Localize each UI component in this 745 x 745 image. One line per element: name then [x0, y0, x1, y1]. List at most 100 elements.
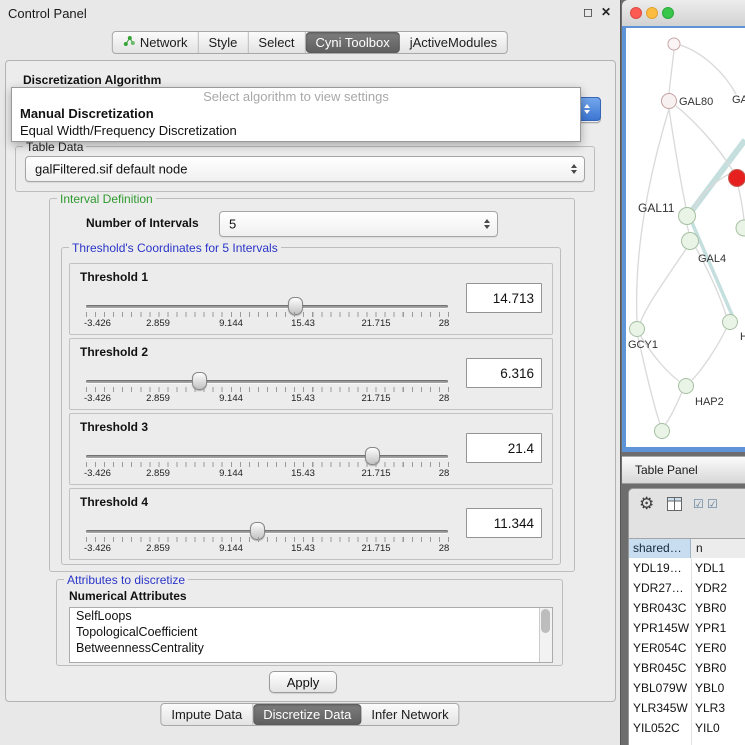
- node-label: GAL4: [698, 253, 726, 265]
- table-columns-icon[interactable]: [667, 497, 682, 516]
- tick-label: 2.859: [146, 543, 170, 554]
- scrollbar-thumb[interactable]: [541, 609, 550, 633]
- threshold-2-value-field[interactable]: [466, 358, 542, 388]
- table-body: YDL19…YDL1 YDR27…YDR2 YBR043CYBR0 YPR145…: [629, 558, 745, 745]
- tick-label: 15.43: [291, 393, 315, 404]
- threshold-3-value-field[interactable]: [466, 433, 542, 463]
- network-node[interactable]: [668, 38, 680, 50]
- tab-label: Infer Network: [371, 707, 448, 722]
- table-row[interactable]: YDR27…YDR2: [629, 578, 745, 598]
- tick-label: 21.715: [361, 318, 390, 329]
- threshold-4-panel: Threshold 4 -3.426 2.859 9.144 15.43 21.…: [69, 488, 553, 560]
- table-header: shared… n: [629, 538, 745, 559]
- threshold-1-label: Threshold 1: [80, 270, 148, 284]
- tick-label: -3.426: [84, 318, 111, 329]
- number-of-intervals-combo[interactable]: 5: [219, 211, 498, 237]
- tab-label: jActiveModules: [410, 35, 497, 50]
- bottom-tabs: Impute Data Discretize Data Infer Networ…: [160, 703, 459, 726]
- column-header-shared-name[interactable]: shared…: [629, 539, 691, 558]
- threshold-3-slider-track[interactable]: [86, 455, 448, 458]
- threshold-4-value-field[interactable]: [466, 508, 542, 538]
- network-node[interactable]: [655, 424, 670, 439]
- network-node[interactable]: [662, 94, 677, 109]
- close-icon[interactable]: ✕: [601, 5, 611, 19]
- tick-label: 15.43: [291, 318, 315, 329]
- network-icon: [123, 35, 136, 50]
- node-label: GCY1: [628, 339, 658, 351]
- tick-label: -3.426: [84, 393, 111, 404]
- column-header-name[interactable]: n: [692, 539, 745, 558]
- zoom-traffic-light[interactable]: [662, 7, 674, 19]
- tab-select[interactable]: Select: [248, 32, 305, 53]
- network-node[interactable]: [682, 233, 699, 250]
- gear-icon[interactable]: ⚙: [639, 494, 654, 514]
- threshold-4-slider-track[interactable]: [86, 530, 448, 533]
- float-window-icon[interactable]: ◻: [583, 5, 593, 19]
- tab-label: Style: [209, 35, 238, 50]
- table-row[interactable]: YBL079WYBL0: [629, 678, 745, 698]
- network-node[interactable]: [630, 322, 645, 337]
- interval-definition-group-title: Interval Definition: [57, 192, 156, 206]
- tab-cyni-toolbox[interactable]: Cyni Toolbox: [306, 32, 400, 53]
- network-view-frame: GAL80 GA GAL11 GAL4 GCY1 H HAP2: [622, 26, 745, 452]
- minimize-traffic-light[interactable]: [646, 7, 658, 19]
- threshold-3-panel: Threshold 3 -3.426 2.859 9.144 15.43 21.…: [69, 413, 553, 485]
- network-graph: GAL80 GA GAL11 GAL4 GCY1 H HAP2: [626, 28, 745, 447]
- network-canvas[interactable]: GAL80 GA GAL11 GAL4 GCY1 H HAP2: [626, 28, 745, 447]
- threshold-4-label: Threshold 4: [80, 495, 148, 509]
- apply-button[interactable]: Apply: [269, 671, 337, 693]
- tab-label: Impute Data: [171, 707, 242, 722]
- table-row[interactable]: YLR345WYLR3: [629, 698, 745, 718]
- table-panel-title: Table Panel: [635, 463, 698, 477]
- list-scrollbar[interactable]: [539, 608, 552, 662]
- threshold-1-value-field[interactable]: [466, 283, 542, 313]
- network-node[interactable]: [679, 208, 696, 225]
- column-divider: [691, 558, 692, 745]
- table-row[interactable]: YIL052CYIL0: [629, 718, 745, 738]
- popup-item-manual-discretization[interactable]: Manual Discretization: [12, 105, 580, 122]
- number-of-intervals-value: 5: [229, 217, 236, 232]
- numerical-attributes-list: SelfLoops TopologicalCoefficient Between…: [69, 607, 553, 663]
- tab-network[interactable]: Network: [113, 32, 199, 53]
- tab-impute-data[interactable]: Impute Data: [161, 704, 253, 725]
- tick-label: 21.715: [361, 393, 390, 404]
- table-row[interactable]: YBR045CYBR0: [629, 658, 745, 678]
- network-window-titlebar[interactable]: [622, 0, 745, 27]
- network-node[interactable]: [679, 379, 694, 394]
- tab-style[interactable]: Style: [199, 32, 249, 53]
- tick-label: 15.43: [291, 468, 315, 479]
- chevron-up-down-icon: [571, 164, 577, 174]
- list-item[interactable]: BetweennessCentrality: [70, 640, 552, 656]
- threshold-1-slider-track[interactable]: [86, 305, 448, 308]
- table-browser-window: ⚙ ☑ ☑ shared… n YDL19…YDL1 YDR27…YDR2 YB…: [628, 488, 745, 745]
- checkbox-icon[interactable]: ☑: [693, 497, 704, 511]
- popup-item-equal-width[interactable]: Equal Width/Frequency Discretization: [12, 122, 580, 139]
- threshold-2-panel: Threshold 2 -3.426 2.859 9.144 15.43 21.…: [69, 338, 553, 410]
- threshold-3-label: Threshold 3: [80, 420, 148, 434]
- table-row[interactable]: YER054CYER0: [629, 638, 745, 658]
- network-edge[interactable]: [690, 218, 736, 324]
- table-row[interactable]: YDL19…YDL1: [629, 558, 745, 578]
- checkbox-icon[interactable]: ☑: [707, 497, 718, 511]
- tab-discretize-data[interactable]: Discretize Data: [253, 704, 361, 725]
- tick-label: 28: [439, 393, 450, 404]
- table-data-combo[interactable]: galFiltered.sif default node: [25, 156, 585, 182]
- close-traffic-light[interactable]: [630, 7, 642, 19]
- algorithm-dropdown-popup: Select algorithm to view settings Manual…: [11, 87, 581, 142]
- tab-jactivemodules[interactable]: jActiveModules: [400, 32, 507, 53]
- list-item[interactable]: SelfLoops: [70, 608, 552, 624]
- network-view-window: GAL80 GA GAL11 GAL4 GCY1 H HAP2: [622, 0, 745, 452]
- table-row[interactable]: YBR043CYBR0: [629, 598, 745, 618]
- list-item[interactable]: TopologicalCoefficient: [70, 624, 552, 640]
- tab-infer-network[interactable]: Infer Network: [361, 704, 458, 725]
- control-panel-window: Control Panel ◻ ✕ Network Style Select C…: [0, 0, 621, 745]
- table-panel-titlebar[interactable]: Table Panel: [622, 456, 745, 484]
- network-node[interactable]: [736, 220, 745, 236]
- threshold-2-slider-track[interactable]: [86, 380, 448, 383]
- tick-label: 2.859: [146, 318, 170, 329]
- network-node-selected[interactable]: [729, 170, 745, 187]
- node-label: GAL80: [679, 96, 713, 108]
- slider-tick-marks: [86, 537, 449, 542]
- table-row[interactable]: YPR145WYPR1: [629, 618, 745, 638]
- network-node[interactable]: [723, 315, 738, 330]
